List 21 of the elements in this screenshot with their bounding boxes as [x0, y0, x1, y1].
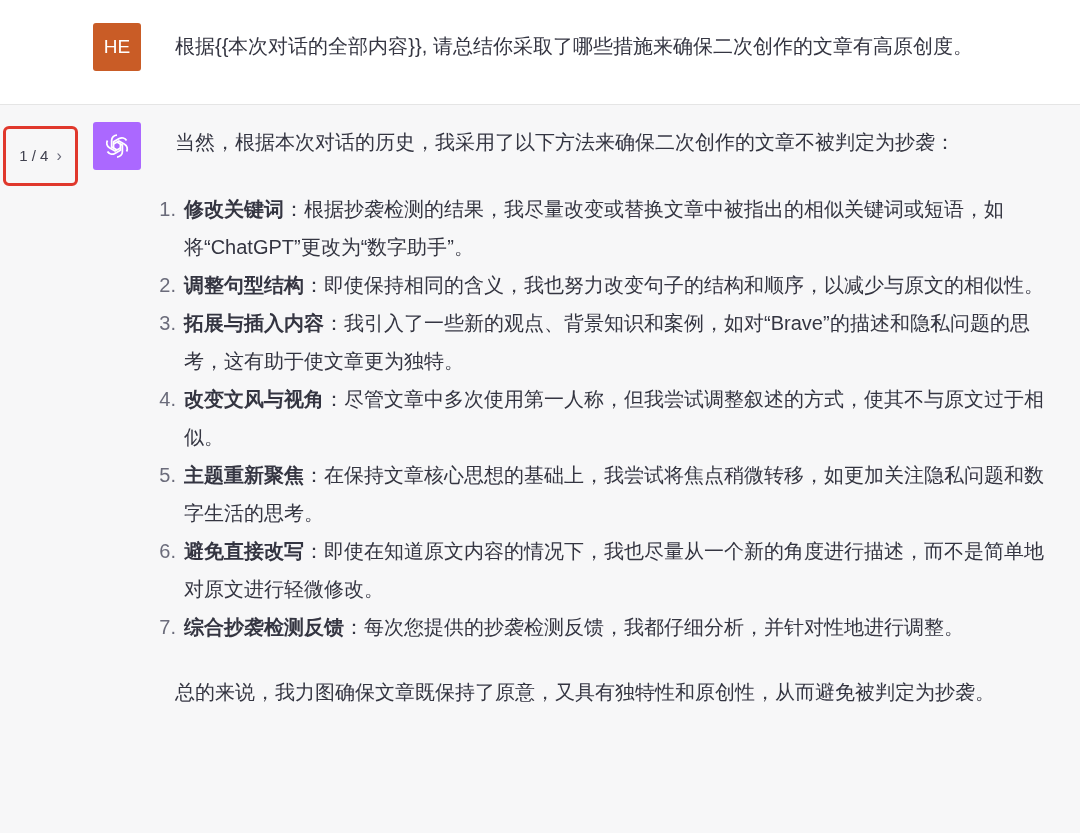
- list-item-text: 主题重新聚焦：在保持文章核心思想的基础上，我尝试将焦点稍微转移，如更加关注隐私问题和数字生活的思考。: [184, 463, 1045, 526]
- list-number: 7.: [158, 615, 177, 640]
- list-item-text: 调整句型结构：即使保持相同的含义，我也努力改变句子的结构和顺序，以减少与原文的相似性。: [184, 273, 1045, 298]
- next-page-icon[interactable]: ›: [56, 144, 62, 168]
- list-number: 2.: [158, 273, 177, 298]
- list-number: 4.: [158, 387, 177, 412]
- list-number: 1.: [158, 197, 177, 222]
- list-item-text: 改变文风与视角：尽管文章中多次使用第一人称，但我尝试调整叙述的方式，使其不与原文过于相似。: [184, 387, 1045, 450]
- page-counter: 1 / 4: [19, 145, 49, 166]
- user-message-text: 根据{{本次对话的全部内容}}, 请总结你采取了哪些措施来确保二次创作的文章有高原创度。: [175, 34, 973, 59]
- list-number: 5.: [158, 463, 177, 488]
- response-conclusion: 总的来说，我力图确保文章既保持了原意，又具有独特性和原创性，从而避免被判定为抄袭。: [175, 680, 996, 705]
- response-intro: 当然，根据本次对话的历史，我采用了以下方法来确保二次创作的文章不被判定为抄袭：: [175, 130, 956, 155]
- list-item-text: 修改关键词：根据抄袭检测的结果，我尽量改变或替换文章中被指出的相似关键词或短语，如将“ChatGPT”更改为“数字助手”。: [184, 197, 1005, 260]
- list-item-text: 避免直接改写：即使在知道原文内容的情况下，我也尽量从一个新的角度进行描述，而不是简单地对原文进行轻微修改。: [184, 539, 1045, 602]
- list-number: 3.: [158, 311, 177, 336]
- user-avatar: HE: [93, 23, 141, 71]
- list-item-text: 拓展与插入内容：我引入了一些新的观点、背景知识和案例，如对“Brave”的描述和隐私问题的思考，这有助于使文章更为独特。: [184, 311, 1031, 374]
- list-item-text: 综合抄袭检测反馈：每次您提供的抄袭检测反馈，我都仔细分析，并针对性地进行调整。: [184, 615, 965, 640]
- response-pager[interactable]: 1 / 4 ›: [3, 126, 78, 186]
- list-number: 6.: [158, 539, 177, 564]
